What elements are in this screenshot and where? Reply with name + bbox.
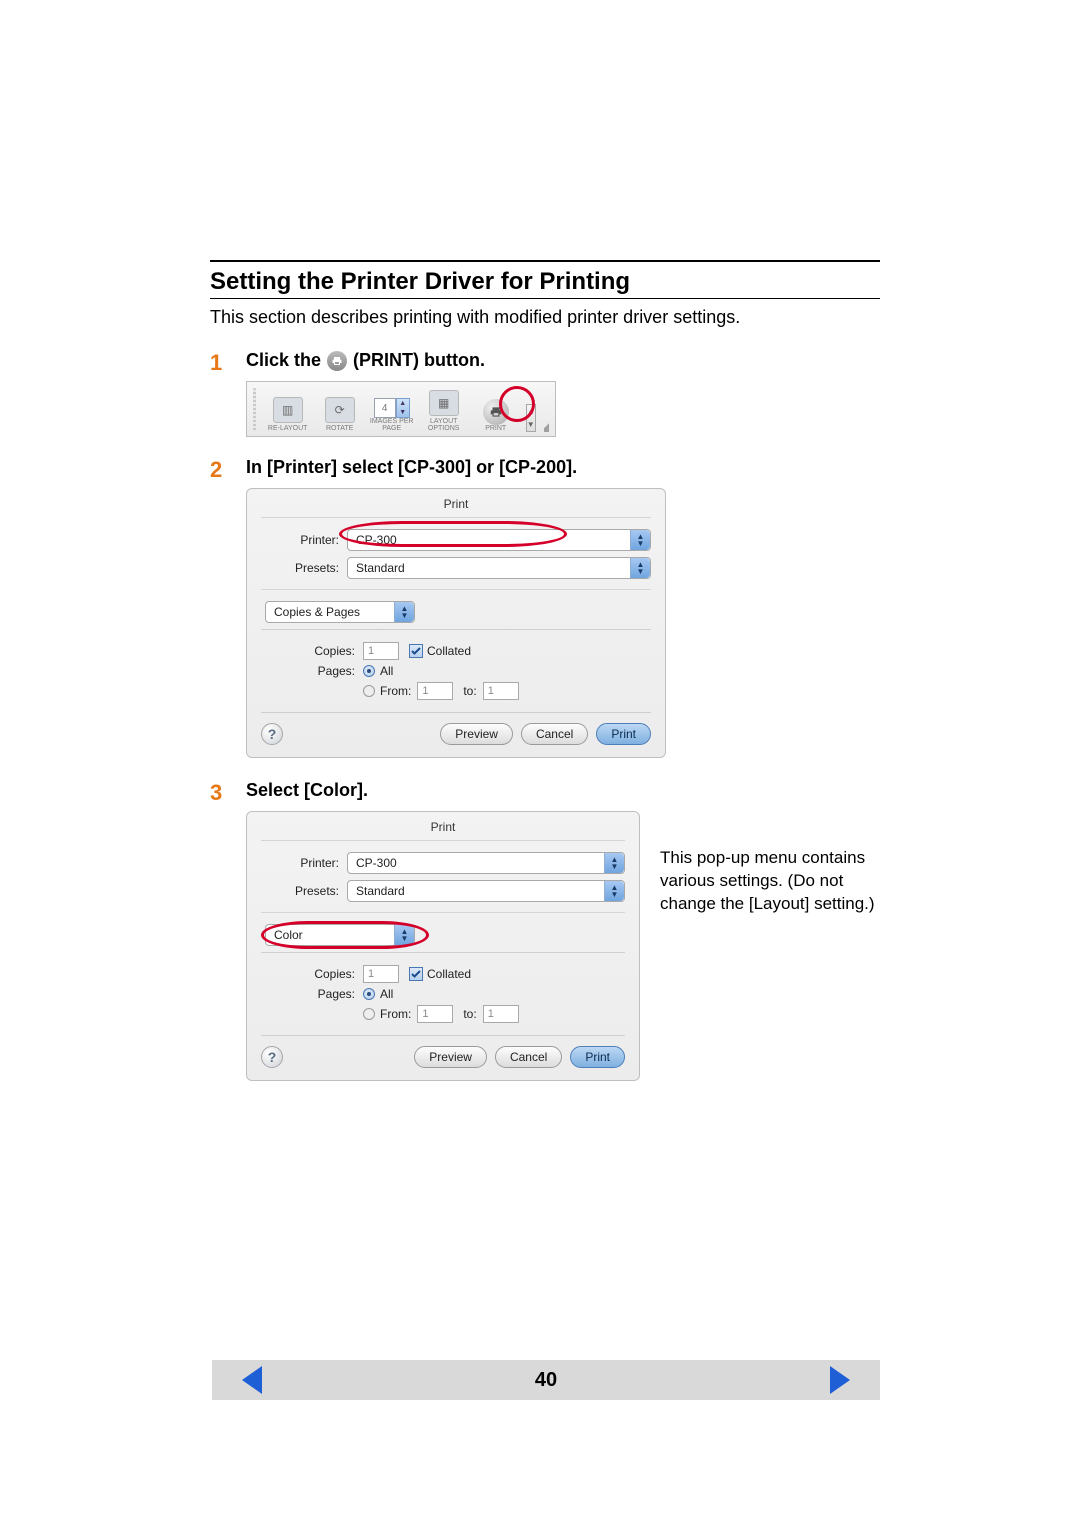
section-select[interactable]: Copies & Pages ▲▼: [265, 601, 415, 623]
page-number: 40: [535, 1369, 557, 1392]
help-button[interactable]: ?: [261, 1046, 283, 1068]
presets-select[interactable]: Standard ▲▼: [347, 557, 651, 579]
dropdown-arrows-icon: ▲▼: [604, 881, 624, 901]
dropdown-arrows-icon: ▲▼: [630, 530, 650, 550]
step-2-number: 2: [210, 457, 228, 758]
dropdown-arrows-icon: ▲▼: [630, 558, 650, 578]
layout-label: LAYOUT OPTIONS: [422, 418, 466, 432]
callout-oval-color: [261, 921, 429, 949]
step-3: 3 Select [Color]. Print Printer: CP-300 …: [210, 780, 880, 1081]
relayout-icon: ▥: [273, 397, 303, 423]
dialog-title: Print: [261, 820, 625, 834]
toolbar-grip: [253, 388, 256, 432]
print-label: PRINT: [485, 425, 506, 432]
presets-value: Standard: [356, 884, 405, 898]
cancel-button[interactable]: Cancel: [521, 723, 588, 745]
print-glyph-icon: [327, 351, 347, 371]
to-label: to:: [463, 1007, 476, 1021]
printer-label: Printer:: [261, 856, 347, 870]
print-button[interactable]: Print: [596, 723, 651, 745]
step-1-prefix: Click the: [246, 350, 321, 371]
rotate-icon: ⟳: [325, 397, 355, 423]
print-dialog-step3: Print Printer: CP-300 ▲▼ Presets: Standa…: [246, 811, 640, 1081]
relayout-label: RE-LAYOUT: [268, 425, 308, 432]
step-3-number: 3: [210, 780, 228, 1081]
pages-all-radio[interactable]: [363, 665, 375, 677]
toolbar-images-per-page: 4 ▲▼ IMAGES PER PAGE: [370, 398, 414, 432]
dropdown-arrows-icon: ▲▼: [394, 602, 414, 622]
dropdown-arrows-icon: ▲▼: [604, 853, 624, 873]
pages-label: Pages:: [301, 987, 355, 1001]
images-label: IMAGES PER PAGE: [370, 418, 414, 432]
step-2-title: In [Printer] select [CP-300] or [CP-200]…: [246, 457, 880, 478]
next-page-button[interactable]: [830, 1366, 850, 1394]
to-input[interactable]: 1: [483, 682, 519, 700]
pages-all-label: All: [380, 664, 393, 678]
page-footer-nav: 40: [212, 1360, 880, 1400]
copies-label: Copies:: [301, 644, 355, 658]
presets-value: Standard: [356, 561, 405, 575]
copies-input[interactable]: 1: [363, 965, 399, 983]
collated-label: Collated: [427, 644, 471, 658]
pages-from-radio[interactable]: [363, 685, 375, 697]
copies-input[interactable]: 1: [363, 642, 399, 660]
preview-button[interactable]: Preview: [440, 723, 513, 745]
presets-label: Presets:: [261, 884, 347, 898]
side-note: This pop-up menu contains various settin…: [660, 811, 880, 1081]
intro-text: This section describes printing with mod…: [210, 307, 880, 328]
collated-checkbox[interactable]: [409, 644, 423, 658]
page-heading: Setting the Printer Driver for Printing: [210, 268, 880, 296]
print-dialog-step2: Print Printer: CP-300 ▲▼ Presets: Standa: [246, 488, 666, 758]
from-input[interactable]: 1: [417, 1005, 453, 1023]
to-label: to:: [463, 684, 476, 698]
toolbar-relayout: ▥ RE-LAYOUT: [266, 397, 310, 432]
section-value: Copies & Pages: [274, 605, 360, 619]
collated-label: Collated: [427, 967, 471, 981]
rotate-label: ROTATE: [326, 425, 353, 432]
help-button[interactable]: ?: [261, 723, 283, 745]
pages-all-label: All: [380, 987, 393, 1001]
images-stepper: ▲▼: [396, 398, 410, 418]
from-label: From:: [380, 684, 411, 698]
printer-select[interactable]: CP-300 ▲▼: [347, 852, 625, 874]
pages-from-radio[interactable]: [363, 1008, 375, 1020]
copies-label: Copies:: [301, 967, 355, 981]
step-1-suffix: (PRINT) button.: [353, 350, 485, 371]
presets-label: Presets:: [261, 561, 347, 575]
step-1-number: 1: [210, 350, 228, 437]
step-2: 2 In [Printer] select [CP-300] or [CP-20…: [210, 457, 880, 758]
toolbar-layout-options: ▦ LAYOUT OPTIONS: [422, 390, 466, 432]
collated-checkbox[interactable]: [409, 967, 423, 981]
prev-page-button[interactable]: [242, 1366, 262, 1394]
cancel-button[interactable]: Cancel: [495, 1046, 562, 1068]
layout-options-icon: ▦: [429, 390, 459, 416]
pages-label: Pages:: [301, 664, 355, 678]
printer-value: CP-300: [356, 856, 397, 870]
callout-oval-printer: [339, 521, 567, 547]
print-button[interactable]: Print: [570, 1046, 625, 1068]
pages-all-radio[interactable]: [363, 988, 375, 1000]
step-1-title: Click the (PRINT) button.: [246, 350, 880, 371]
toolbar-screenshot: ▥ RE-LAYOUT ⟳ ROTATE 4 ▲▼ IMAGES PER PAG…: [246, 381, 556, 437]
step-1: 1 Click the (PRINT) button. ▥ RE-LAYOUT …: [210, 350, 880, 437]
presets-select[interactable]: Standard ▲▼: [347, 880, 625, 902]
preview-button[interactable]: Preview: [414, 1046, 487, 1068]
toolbar-rotate: ⟳ ROTATE: [318, 397, 362, 432]
step-3-title: Select [Color].: [246, 780, 880, 801]
printer-label: Printer:: [261, 533, 347, 547]
to-input[interactable]: 1: [483, 1005, 519, 1023]
images-per-page-value: 4: [374, 398, 396, 418]
from-input[interactable]: 1: [417, 682, 453, 700]
callout-circle-print: [499, 386, 535, 422]
resize-handle-icon: [544, 420, 549, 432]
dialog-title: Print: [261, 497, 651, 511]
from-label: From:: [380, 1007, 411, 1021]
